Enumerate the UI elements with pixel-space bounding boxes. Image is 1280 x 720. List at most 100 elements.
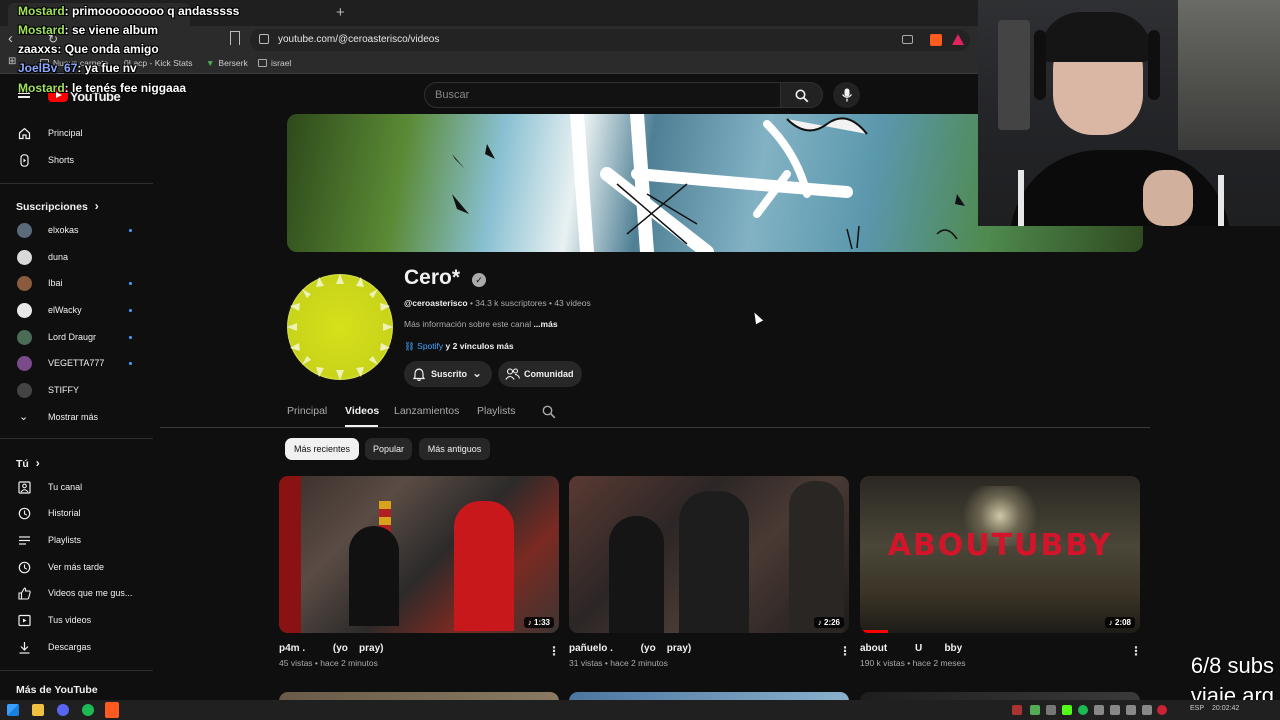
bell-icon: [413, 367, 425, 381]
video-title[interactable]: p4m . (yo pray): [279, 643, 383, 654]
bookmark-israel[interactable]: israel: [258, 58, 291, 68]
link-icon: ⛓: [404, 341, 418, 351]
sidebar-item-shorts[interactable]: Shorts: [0, 148, 152, 174]
tab-playlists[interactable]: Playlists: [477, 405, 516, 417]
video-title[interactable]: about U bby: [860, 643, 962, 654]
sidebar-item-lord-draugr[interactable]: Lord Draugr: [0, 325, 152, 351]
sidebar-item-videos-que-me-gustan[interactable]: Videos que me gus...: [0, 581, 152, 607]
sidebar-item-ibai[interactable]: Ibai: [0, 271, 152, 297]
cast-icon[interactable]: [902, 35, 913, 44]
more-options-icon[interactable]: ⋮: [1130, 644, 1142, 658]
sidebar-item-duna[interactable]: duna: [0, 245, 152, 271]
spotify-link[interactable]: Spotify: [417, 341, 443, 351]
keyboard-language[interactable]: ESP: [1190, 705, 1204, 712]
sidebar-divider: [0, 438, 153, 439]
tray-app-icon[interactable]: [1012, 705, 1022, 715]
spotify-tray-icon[interactable]: [1078, 705, 1088, 715]
sidebar-item-elwacky[interactable]: elWacky: [0, 298, 152, 324]
windows-start-icon[interactable]: [7, 704, 19, 716]
sidebar-item-label: Mostrar más: [48, 412, 99, 422]
video-thumbnail[interactable]: ABOUTUBBY ♪ 2:08: [860, 476, 1140, 633]
url-text[interactable]: youtube.com/@ceroasterisco/videos: [278, 34, 439, 45]
tray-app-icon[interactable]: [1142, 705, 1152, 715]
sidebar-item-label: Ibai: [48, 278, 63, 288]
voice-search-button[interactable]: [833, 82, 860, 108]
more-options-icon[interactable]: ⋮: [548, 644, 560, 658]
subscribed-button[interactable]: Suscrito ⌄: [404, 361, 492, 387]
channel-avatar[interactable]: [287, 274, 393, 380]
more-options-icon[interactable]: ⋮: [839, 644, 851, 658]
channel-links[interactable]: ⛓ Spotify y 2 vínculos más: [404, 341, 514, 352]
file-explorer-icon[interactable]: [32, 704, 44, 716]
thumb-person: [679, 491, 749, 633]
apps-grid-icon[interactable]: ⊞: [8, 56, 16, 67]
sidebar-item-tus-videos[interactable]: Tus videos: [0, 608, 152, 634]
tray-app-icon[interactable]: [1030, 705, 1040, 715]
webcam-overlay: [978, 0, 1280, 226]
sidebar-item-vegetta777[interactable]: VEGETTA777: [0, 351, 152, 377]
tray-app-icon[interactable]: [1157, 705, 1167, 715]
tray-app-icon[interactable]: [1046, 705, 1056, 715]
video-title[interactable]: pañuelo . (yo pray): [569, 643, 691, 654]
back-arrow-icon[interactable]: ‹: [8, 30, 13, 47]
sidebar-item-stiffy[interactable]: STIFFY: [0, 378, 152, 404]
volume-icon[interactable]: [1110, 705, 1120, 715]
sidebar-item-elxokas[interactable]: elxokas: [0, 218, 152, 244]
video-thumbnail[interactable]: ♪ 2:26: [569, 476, 849, 633]
discord-icon[interactable]: [57, 704, 69, 716]
sidebar-item-descargas[interactable]: Descargas: [0, 635, 152, 661]
kick-icon[interactable]: [1062, 705, 1072, 715]
filter-chip-oldest[interactable]: Más antiguos: [419, 438, 490, 460]
tab-videos[interactable]: Videos: [345, 405, 379, 417]
webcam-headphones: [1148, 30, 1160, 100]
network-icon[interactable]: [1126, 705, 1136, 715]
address-bar[interactable]: youtube.com/@ceroasterisco/videos: [250, 29, 970, 51]
webcam-person-hair: [1040, 12, 1152, 62]
new-content-dot: [129, 229, 132, 232]
spotify-icon[interactable]: [82, 704, 94, 716]
new-tab-icon[interactable]: +: [336, 4, 345, 21]
bookmark-berserk[interactable]: ▼ Berserk: [206, 58, 248, 68]
site-info-icon[interactable]: [259, 34, 269, 44]
tray-app-icon[interactable]: [1094, 705, 1104, 715]
filter-chip-recent[interactable]: Más recientes: [285, 438, 359, 460]
you-heading[interactable]: Tú ›: [16, 456, 40, 470]
more-links[interactable]: y 2 vínculos más: [443, 341, 514, 351]
search-button[interactable]: [781, 82, 823, 108]
sidebar-item-ver-mas-tarde[interactable]: Ver más tarde: [0, 555, 152, 581]
chat-message: Mostard: se viene album: [18, 23, 159, 37]
search-icon: [795, 89, 809, 103]
community-icon: [505, 368, 520, 380]
thumb-person: [454, 501, 514, 631]
sidebar-item-home[interactable]: Principal: [0, 121, 152, 147]
search-box[interactable]: [424, 82, 781, 108]
webcam-background-object: [1178, 0, 1280, 150]
brave-shield-icon[interactable]: [930, 34, 942, 46]
sidebar-item-tu-canal[interactable]: Tu canal: [0, 475, 152, 501]
bookmark-icon[interactable]: [230, 31, 240, 45]
tab-lanzamientos[interactable]: Lanzamientos: [394, 405, 459, 417]
channel-handle: @ceroasterisco: [404, 298, 468, 308]
sidebar-item-historial[interactable]: Historial: [0, 501, 152, 527]
sidebar-item-playlists[interactable]: Playlists: [0, 528, 152, 554]
chat-message: Mostard: le tenés fee niggaaa: [18, 81, 187, 95]
more-link[interactable]: ...más: [533, 319, 557, 329]
channel-search-icon[interactable]: [542, 405, 556, 419]
history-icon: [18, 507, 31, 520]
brave-rewards-icon[interactable]: [952, 34, 964, 45]
subscriptions-heading[interactable]: Suscripciones ›: [16, 199, 99, 213]
video-meta: 45 vistas • hace 2 minutos: [279, 658, 378, 668]
new-content-dot: [129, 309, 132, 312]
channel-icon: [18, 481, 31, 494]
brave-browser-icon[interactable]: [105, 702, 119, 718]
taskbar-clock[interactable]: 20:02:42: [1212, 705, 1239, 712]
community-button[interactable]: Comunidad: [498, 361, 582, 387]
video-thumbnail[interactable]: ♪ 1:33: [279, 476, 559, 633]
channel-description[interactable]: Más información sobre este canal ...más: [404, 319, 558, 329]
stream-goal-text: 6/8 subs: [1190, 653, 1274, 678]
filter-chip-popular[interactable]: Popular: [365, 438, 412, 460]
sidebar-show-more[interactable]: ⌄ Mostrar más: [0, 405, 152, 431]
search-input[interactable]: [435, 87, 765, 103]
tab-principal[interactable]: Principal: [287, 405, 327, 417]
avatar: [17, 276, 32, 291]
